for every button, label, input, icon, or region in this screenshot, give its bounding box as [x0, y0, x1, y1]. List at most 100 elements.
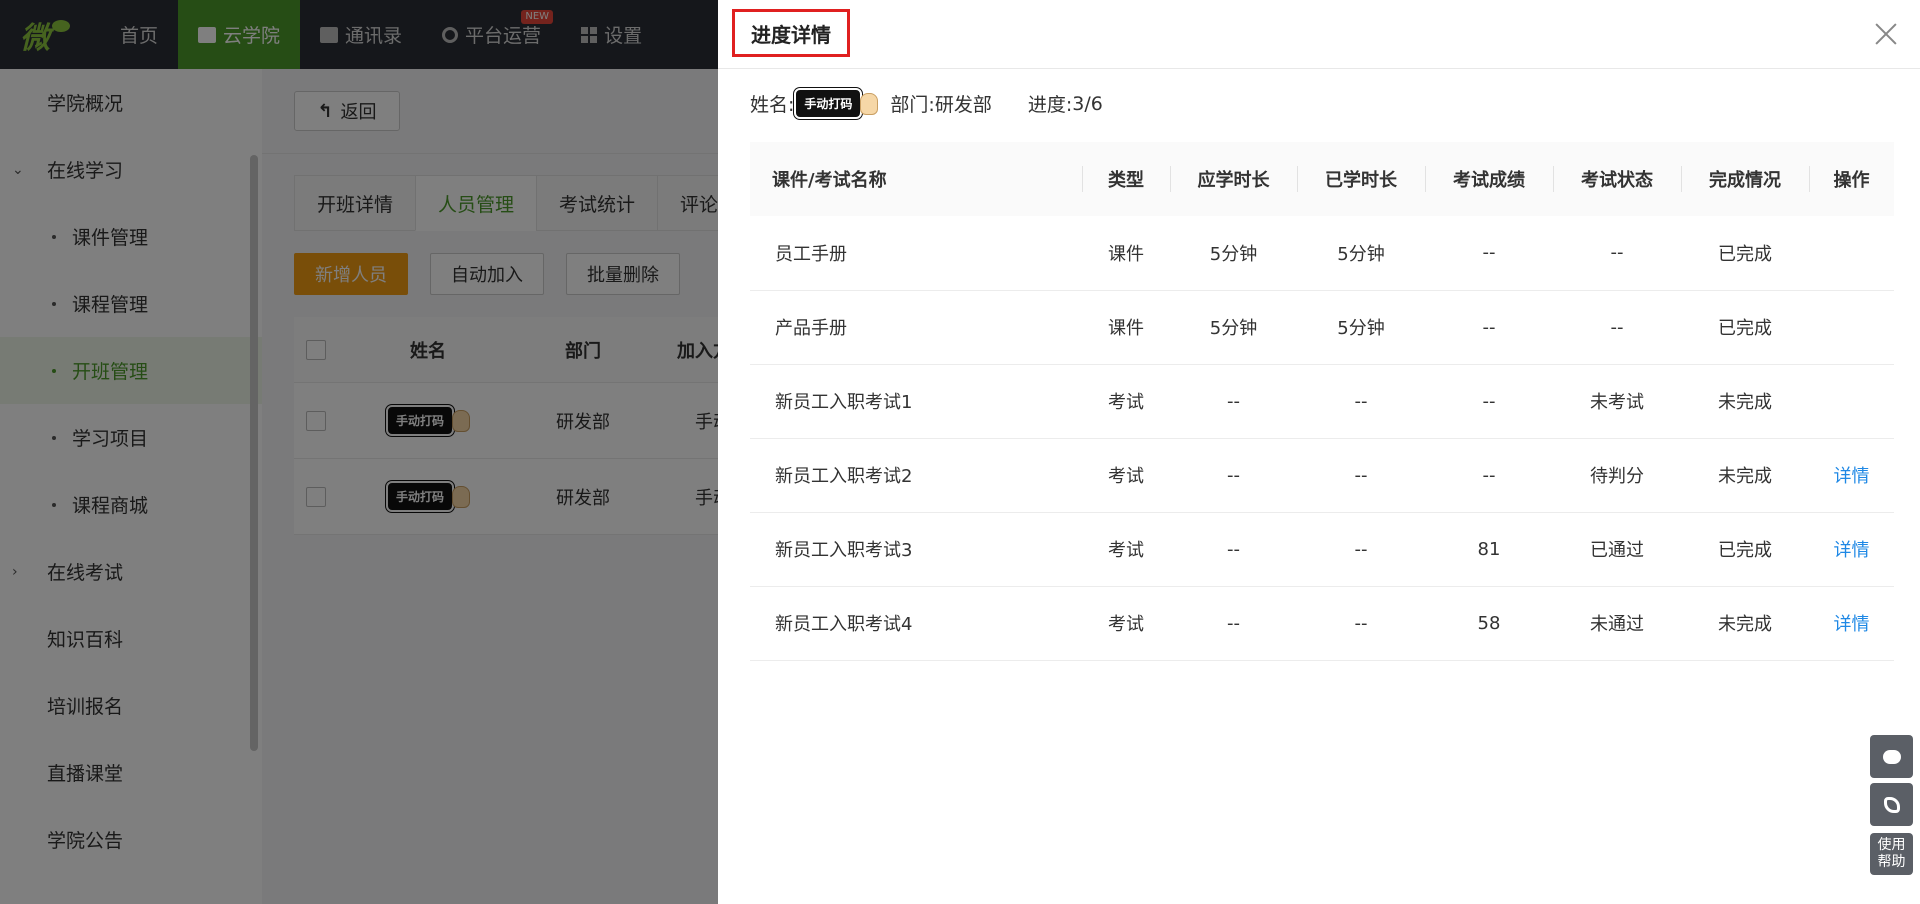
cell-status: 未考试	[1553, 364, 1681, 439]
column-header: 课件/考试名称	[750, 142, 1082, 216]
cell-status: --	[1553, 290, 1681, 365]
header-label: 操作	[1833, 170, 1870, 191]
cell-name: 新员工入职考试4	[750, 586, 1082, 661]
cell-name: 产品手册	[750, 290, 1082, 365]
column-header: 类型	[1082, 142, 1170, 216]
cell-learned: --	[1297, 586, 1425, 661]
progress-label: 进度:	[1027, 94, 1073, 116]
divider	[1297, 166, 1298, 192]
info-name: 姓名: 手动打码	[750, 88, 879, 119]
cell-action: 详情	[1809, 438, 1894, 513]
cell-status: 待判分	[1553, 438, 1681, 513]
progress-value: 3/6	[1072, 92, 1103, 115]
phone-icon	[1883, 796, 1900, 813]
cell-type: 考试	[1082, 512, 1170, 587]
dept-value: 研发部	[934, 94, 992, 116]
cell-learned: --	[1297, 364, 1425, 439]
table-row: 产品手册 课件 5分钟 5分钟 -- -- 已完成	[750, 290, 1894, 365]
cell-type: 课件	[1082, 290, 1170, 365]
cell-learned: --	[1297, 512, 1425, 587]
cell-completion: 已完成	[1681, 512, 1809, 587]
header-label: 已学时长	[1325, 170, 1397, 191]
drawer-header: 进度详情	[718, 0, 1920, 69]
cell-status: --	[1553, 216, 1681, 291]
header-label: 完成情况	[1709, 170, 1781, 191]
cell-name: 新员工入职考试1	[750, 364, 1082, 439]
name-label: 姓名:	[750, 94, 795, 116]
sticker-text: 手动打码	[794, 88, 863, 119]
cell-status: 未通过	[1553, 586, 1681, 661]
cell-completion: 已完成	[1681, 290, 1809, 365]
table-header: 课件/考试名称 类型 应学时长 已学时长 考试成绩 考试状态 完成情况 操作	[750, 142, 1894, 216]
progress-drawer: 进度详情 姓名: 手动打码 部门: 研发部 进度: 3/6 课件/考试名称 类型…	[718, 0, 1920, 904]
header-label: 类型	[1108, 170, 1144, 191]
divider	[1170, 166, 1171, 192]
cell-action	[1809, 216, 1894, 291]
header-label: 考试状态	[1581, 170, 1653, 191]
cell-learned: 5分钟	[1297, 216, 1425, 291]
table-row: 新员工入职考试2 考试 -- -- -- 待判分 未完成 详情	[750, 438, 1894, 513]
table-row: 新员工入职考试1 考试 -- -- -- 未考试 未完成	[750, 364, 1894, 439]
cell-required: 5分钟	[1170, 216, 1297, 291]
column-header: 已学时长	[1297, 142, 1425, 216]
chat-bubble-icon	[1882, 749, 1901, 764]
cell-required: --	[1170, 586, 1297, 661]
thumbs-up-icon	[860, 92, 879, 115]
table-row: 新员工入职考试4 考试 -- -- 58 未通过 未完成 详情	[750, 586, 1894, 661]
divider	[1809, 166, 1810, 192]
cell-type: 考试	[1082, 586, 1170, 661]
close-icon[interactable]	[1874, 22, 1898, 46]
cell-learned: --	[1297, 438, 1425, 513]
member-info: 姓名: 手动打码 部门: 研发部 进度: 3/6	[750, 88, 1139, 119]
table-row: 新员工入职考试3 考试 -- -- 81 已通过 已完成 详情	[750, 512, 1894, 587]
help-label: 帮助	[1877, 854, 1906, 870]
cell-score: --	[1425, 364, 1553, 439]
help-label: 使用	[1877, 837, 1906, 853]
cell-completion: 已完成	[1681, 216, 1809, 291]
cell-status: 已通过	[1553, 512, 1681, 587]
drawer-title: 进度详情	[732, 9, 850, 57]
cell-action	[1809, 290, 1894, 365]
redaction-sticker: 手动打码	[794, 88, 879, 119]
info-dept: 部门: 研发部	[890, 90, 991, 117]
cell-name: 员工手册	[750, 216, 1082, 291]
cell-type: 课件	[1082, 216, 1170, 291]
cell-action: 详情	[1809, 586, 1894, 661]
cell-completion: 未完成	[1681, 586, 1809, 661]
help-button[interactable]: 使用 帮助	[1870, 833, 1913, 875]
cell-score: 81	[1425, 512, 1553, 587]
divider	[1553, 166, 1554, 192]
cell-type: 考试	[1082, 438, 1170, 513]
phone-button[interactable]	[1870, 783, 1913, 826]
cell-name: 新员工入职考试3	[750, 512, 1082, 587]
info-progress: 进度: 3/6	[1028, 90, 1103, 117]
details-link[interactable]: 详情	[1834, 614, 1870, 635]
cell-required: --	[1170, 438, 1297, 513]
cell-learned: 5分钟	[1297, 290, 1425, 365]
column-header: 考试状态	[1553, 142, 1681, 216]
cell-score: --	[1425, 290, 1553, 365]
details-link[interactable]: 详情	[1834, 466, 1870, 487]
cell-completion: 未完成	[1681, 364, 1809, 439]
progress-table: 课件/考试名称 类型 应学时长 已学时长 考试成绩 考试状态 完成情况 操作 员…	[750, 142, 1894, 661]
divider	[1425, 166, 1426, 192]
cell-action	[1809, 364, 1894, 439]
column-header: 考试成绩	[1425, 142, 1553, 216]
cell-required: 5分钟	[1170, 290, 1297, 365]
cell-required: --	[1170, 364, 1297, 439]
table-row: 员工手册 课件 5分钟 5分钟 -- -- 已完成	[750, 216, 1894, 291]
column-header: 完成情况	[1681, 142, 1809, 216]
cell-name: 新员工入职考试2	[750, 438, 1082, 513]
cell-completion: 未完成	[1681, 438, 1809, 513]
header-label: 考试成绩	[1453, 170, 1525, 191]
header-label: 应学时长	[1197, 170, 1270, 191]
cell-required: --	[1170, 512, 1297, 587]
details-link[interactable]: 详情	[1834, 540, 1870, 561]
divider	[1082, 166, 1083, 192]
dept-label: 部门:	[890, 94, 935, 116]
divider	[1681, 166, 1682, 192]
column-header: 操作	[1809, 142, 1894, 216]
chat-button[interactable]	[1870, 735, 1913, 778]
cell-type: 考试	[1082, 364, 1170, 439]
cell-action: 详情	[1809, 512, 1894, 587]
